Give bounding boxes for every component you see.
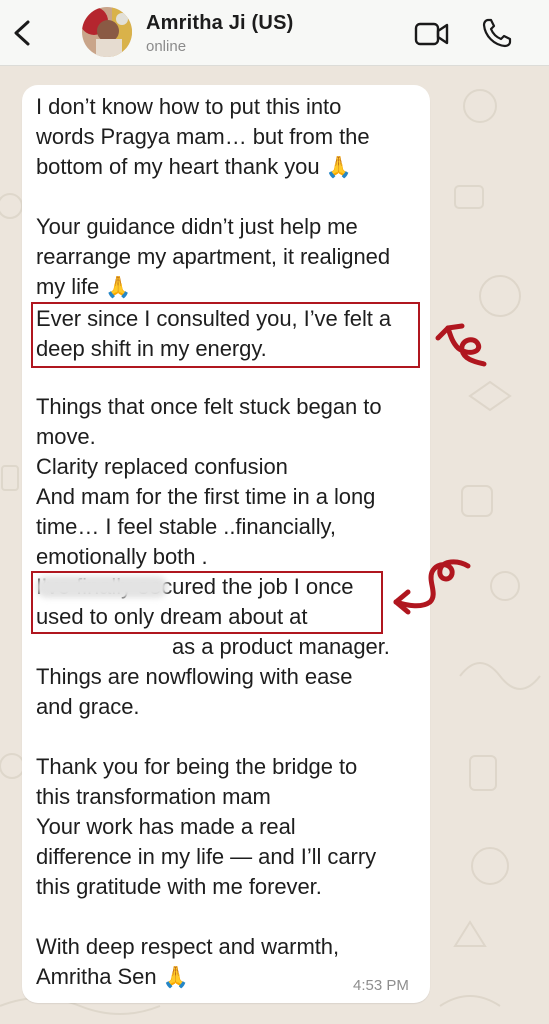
video-camera-icon bbox=[414, 22, 449, 46]
message-line: With deep respect and warmth, bbox=[36, 934, 340, 959]
message-line: Things that once felt stuck began to bbox=[36, 394, 382, 419]
hand-drawn-arrow-icon bbox=[435, 323, 487, 367]
voice-call-button[interactable] bbox=[480, 16, 514, 50]
video-call-button[interactable] bbox=[412, 18, 452, 50]
message-line: my life 🙏 bbox=[36, 272, 131, 303]
message-line-text: my life bbox=[36, 274, 100, 299]
message-line: bottom of my heart thank you 🙏 bbox=[36, 152, 352, 183]
message-line: this transformation mam bbox=[36, 784, 271, 809]
message-line-text: Amritha Sen bbox=[36, 964, 157, 989]
message-line: as a product manager. bbox=[172, 634, 390, 659]
message-line: difference in my life — and I’ll carry bbox=[36, 844, 377, 869]
message-line: Clarity replaced confusion bbox=[36, 454, 288, 479]
contact-name[interactable]: Amritha Ji (US) bbox=[146, 12, 293, 35]
message-line-text: bottom of my heart thank you bbox=[36, 154, 320, 179]
message-line: rearrange my apartment, it realigned bbox=[36, 244, 391, 269]
message-line: time… I feel stable ..financially, bbox=[36, 514, 336, 539]
chevron-left-icon bbox=[14, 20, 30, 46]
avatar[interactable] bbox=[82, 7, 132, 57]
message-line: Your guidance didn’t just help me bbox=[36, 214, 358, 239]
message-line: and grace. bbox=[36, 694, 140, 719]
message-line: And mam for the first time in a long bbox=[36, 484, 376, 509]
folded-hands-emoji: 🙏 bbox=[325, 156, 352, 179]
message-line: words Pragya mam… but from the bbox=[36, 124, 370, 149]
message-line: Your work has made a real bbox=[36, 814, 296, 839]
folded-hands-emoji: 🙏 bbox=[162, 966, 189, 989]
contact-status: online bbox=[146, 38, 187, 55]
highlight-box bbox=[31, 302, 420, 368]
message-line: Thank you for being the bridge to bbox=[36, 754, 358, 779]
message-line: move. bbox=[36, 424, 96, 449]
message-line: emotionally both . bbox=[36, 544, 208, 569]
hand-drawn-arrow-icon bbox=[393, 559, 471, 615]
message-line: Amritha Sen 🙏 bbox=[36, 962, 189, 993]
message-line: this gratitude with me forever. bbox=[36, 874, 322, 899]
message-line: Things are nowflowing with ease bbox=[36, 664, 353, 689]
phone-icon bbox=[482, 18, 512, 48]
folded-hands-emoji: 🙏 bbox=[105, 276, 132, 299]
chat-header: Amritha Ji (US) online bbox=[0, 0, 549, 66]
message-line: I don’t know how to put this into bbox=[36, 94, 342, 119]
message-timestamp: 4:53 PM bbox=[353, 977, 409, 994]
highlight-box bbox=[31, 571, 383, 634]
back-button[interactable] bbox=[6, 14, 38, 52]
